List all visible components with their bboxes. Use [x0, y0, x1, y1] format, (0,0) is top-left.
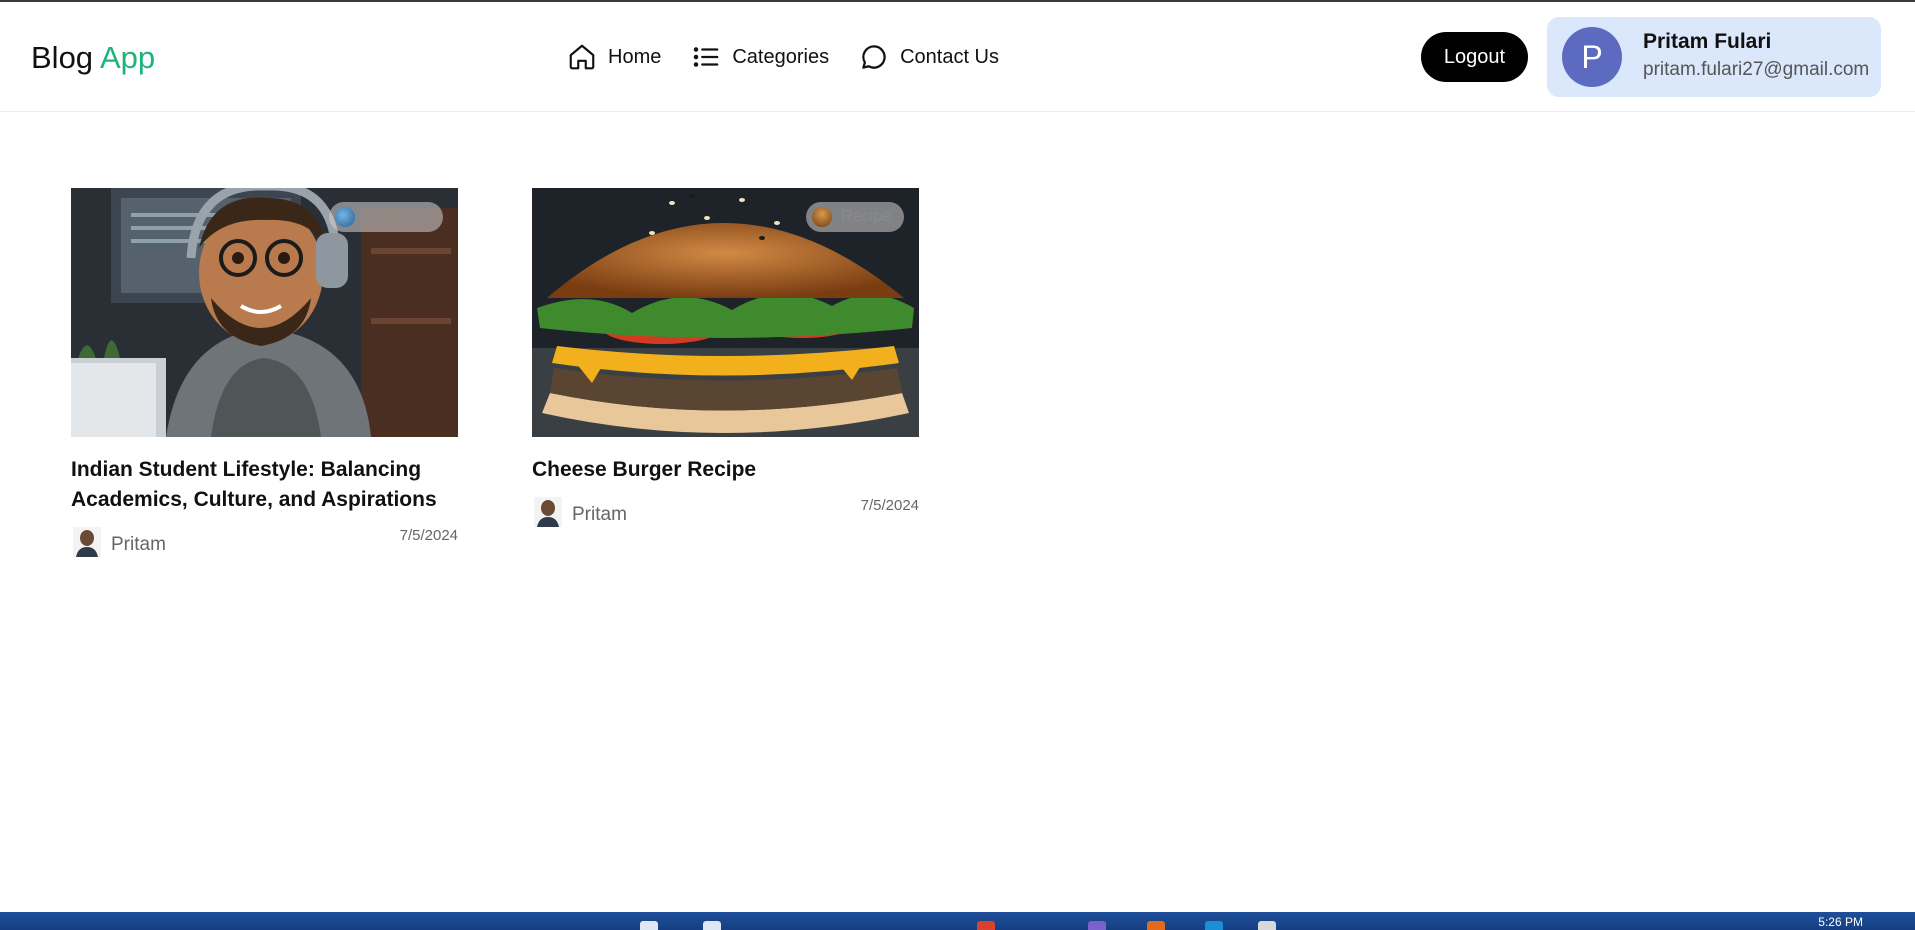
logout-button[interactable]: Logout	[1421, 32, 1528, 82]
post-image-lifestyle[interactable]: Life Style	[71, 188, 458, 437]
nav-item-home[interactable]: Home	[567, 42, 661, 72]
category-badge[interactable]: Life Style	[329, 202, 443, 232]
os-taskbar: 5:26 PM	[0, 912, 1915, 930]
user-name: Pritam Fulari	[1643, 30, 1772, 53]
nav-item-categories[interactable]: Categories	[691, 42, 829, 72]
post-card[interactable]: Recipe Cheese Burger Recipe Pritam 7/5/2…	[532, 188, 919, 529]
author-name[interactable]: Pritam	[572, 504, 627, 526]
task-view-icon[interactable]	[703, 921, 721, 930]
app-icon[interactable]	[977, 921, 995, 930]
post-date: 7/5/2024	[860, 497, 919, 514]
post-image-burger[interactable]: Recipe	[532, 188, 919, 437]
post-meta: Pritam 7/5/2024	[71, 527, 458, 559]
app-icon[interactable]	[1088, 921, 1106, 930]
nav-label-contact: Contact Us	[900, 45, 1000, 68]
nav-label-home: Home	[608, 45, 662, 68]
category-recipe-icon	[812, 207, 833, 227]
user-email: pritam.fulari27@gmail.com	[1643, 59, 1870, 80]
author-avatar[interactable]	[534, 497, 562, 527]
brand-logo[interactable]: Blog App	[31, 40, 155, 76]
nav-label-categories: Categories	[732, 45, 830, 68]
post-title[interactable]: Cheese Burger Recipe	[532, 455, 919, 485]
main-nav: Home Categories Contact Us	[567, 42, 999, 72]
brand-part-2: App	[99, 40, 156, 75]
home-icon	[569, 44, 595, 70]
app-icon[interactable]	[1258, 921, 1276, 930]
author-name[interactable]: Pritam	[111, 534, 166, 556]
start-icon[interactable]	[640, 921, 658, 930]
app-header: Blog App Home Categories Contact Us Logo…	[0, 2, 1915, 112]
app-icon[interactable]	[1205, 921, 1223, 930]
post-meta: Pritam 7/5/2024	[532, 497, 919, 529]
post-date: 7/5/2024	[399, 527, 458, 544]
app-icon[interactable]	[1147, 921, 1165, 930]
category-label: Recipe	[841, 208, 891, 225]
user-profile-card[interactable]: P Pritam Fulari pritam.fulari27@gmail.co…	[1547, 17, 1881, 97]
list-icon	[694, 47, 719, 67]
avatar: P	[1562, 27, 1622, 87]
post-card[interactable]: Life Style Indian Student Lifestyle: Bal…	[71, 188, 458, 559]
author-avatar[interactable]	[73, 527, 101, 557]
post-title[interactable]: Indian Student Lifestyle: Balancing Acad…	[71, 455, 458, 515]
category-label: Life Style	[364, 208, 430, 225]
nav-item-contact[interactable]: Contact Us	[859, 42, 999, 72]
category-lifestyle-icon	[335, 207, 356, 227]
chat-bubble-icon	[862, 45, 886, 69]
brand-part-1: Blog	[31, 40, 94, 75]
category-badge[interactable]: Recipe	[806, 202, 904, 232]
taskbar-clock[interactable]: 5:26 PM	[1818, 915, 1863, 929]
